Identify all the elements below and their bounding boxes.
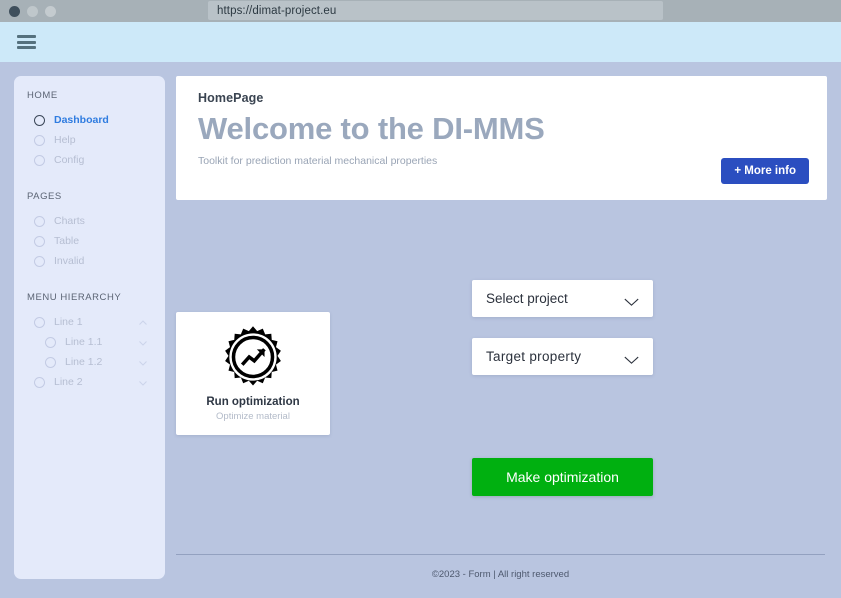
target-property-value: Target property bbox=[486, 349, 582, 364]
select-project-dropdown[interactable]: Select project bbox=[472, 280, 653, 317]
sidebar-item-label: Line 1 bbox=[54, 316, 83, 328]
radio-icon bbox=[34, 154, 45, 166]
sidebar-section-title: HOME bbox=[27, 90, 58, 101]
sidebar-item-dashboard[interactable]: Dashboard bbox=[14, 110, 165, 130]
radio-icon bbox=[34, 255, 45, 267]
sidebar-item-label: Line 2 bbox=[54, 376, 83, 388]
sidebar-item-invalid[interactable]: Invalid bbox=[14, 251, 165, 271]
chevron-up-icon[interactable] bbox=[138, 318, 147, 327]
sidebar-item-label: Help bbox=[54, 134, 76, 146]
radio-icon bbox=[34, 376, 45, 388]
radio-icon bbox=[34, 114, 45, 126]
url-text: https://dimat-project.eu bbox=[217, 4, 337, 17]
sidebar: HOME Dashboard Help Config PAGES Charts bbox=[14, 76, 165, 579]
make-optimization-button[interactable]: Make optimization bbox=[472, 458, 653, 496]
radio-icon bbox=[34, 316, 45, 328]
sidebar-section-title: MENU HIERARCHY bbox=[27, 292, 122, 303]
window-controls bbox=[0, 5, 56, 17]
sidebar-item-config[interactable]: Config bbox=[14, 150, 165, 170]
gear-chart-icon bbox=[221, 325, 285, 389]
app-body: HOME Dashboard Help Config PAGES Charts bbox=[0, 62, 841, 598]
maximize-window-button[interactable] bbox=[45, 5, 56, 17]
run-optimization-subtitle: Optimize material bbox=[216, 411, 290, 422]
sidebar-item-line-1-1[interactable]: Line 1.1 bbox=[14, 332, 165, 352]
target-property-dropdown[interactable]: Target property bbox=[472, 338, 653, 375]
chevron-down-icon[interactable] bbox=[623, 294, 640, 306]
hero-heading: Welcome to the DI-MMS bbox=[198, 111, 545, 146]
sidebar-section-menu-hierarchy: MENU HIERARCHY Line 1 Line 1.1 Line 1.2 bbox=[14, 292, 165, 392]
footer-text: ©2023 - Form | All right reserved bbox=[431, 569, 570, 580]
sidebar-item-label: Line 1.1 bbox=[65, 336, 103, 348]
chevron-down-icon[interactable] bbox=[623, 352, 640, 364]
footer: ©2023 - Form | All right reserved bbox=[176, 554, 825, 582]
sidebar-section-title: PAGES bbox=[27, 191, 62, 202]
sidebar-item-charts[interactable]: Charts bbox=[14, 211, 165, 231]
hamburger-bar bbox=[17, 35, 36, 38]
sidebar-item-label: Charts bbox=[54, 215, 85, 227]
radio-icon bbox=[34, 134, 45, 146]
browser-title-bar: https://dimat-project.eu bbox=[0, 0, 841, 22]
sidebar-item-label: Config bbox=[54, 154, 85, 166]
hero-subheading: Toolkit for prediction material mechanic… bbox=[198, 154, 438, 167]
run-optimization-title: Run optimization bbox=[206, 396, 300, 408]
page-title: HomePage bbox=[198, 91, 264, 105]
sidebar-item-line-2[interactable]: Line 2 bbox=[14, 372, 165, 392]
chevron-down-icon[interactable] bbox=[138, 358, 147, 367]
sidebar-item-table[interactable]: Table bbox=[14, 231, 165, 251]
chevron-down-icon[interactable] bbox=[138, 338, 147, 347]
more-info-button[interactable]: + More info bbox=[721, 158, 809, 184]
close-window-button[interactable] bbox=[9, 5, 20, 17]
chevron-down-icon[interactable] bbox=[138, 378, 147, 387]
sidebar-item-line-1-2[interactable]: Line 1.2 bbox=[14, 352, 165, 372]
sidebar-item-label: Line 1.2 bbox=[65, 356, 103, 368]
address-bar[interactable]: https://dimat-project.eu bbox=[208, 1, 663, 20]
run-optimization-card[interactable]: Run optimization Optimize material bbox=[176, 312, 330, 435]
radio-icon bbox=[45, 356, 56, 368]
app-navbar bbox=[0, 22, 841, 62]
sidebar-item-label: Dashboard bbox=[54, 114, 109, 126]
minimize-window-button[interactable] bbox=[27, 5, 38, 17]
radio-icon bbox=[45, 336, 56, 348]
sidebar-item-label: Invalid bbox=[54, 255, 85, 267]
sidebar-section-home: HOME Dashboard Help Config bbox=[14, 90, 165, 170]
hamburger-bar bbox=[17, 46, 36, 49]
radio-icon bbox=[34, 215, 45, 227]
hero-card: HomePage Welcome to the DI-MMS Toolkit f… bbox=[176, 76, 827, 200]
sidebar-section-pages: PAGES Charts Table Invalid bbox=[14, 191, 165, 271]
radio-icon bbox=[34, 235, 45, 247]
select-project-value: Select project bbox=[486, 291, 568, 306]
main-content: HomePage Welcome to the DI-MMS Toolkit f… bbox=[176, 76, 827, 584]
hamburger-bar bbox=[17, 40, 36, 44]
sidebar-item-label: Table bbox=[54, 235, 80, 247]
sidebar-item-help[interactable]: Help bbox=[14, 130, 165, 150]
sidebar-item-line-1[interactable]: Line 1 bbox=[14, 312, 165, 332]
hamburger-menu-icon[interactable] bbox=[17, 35, 36, 49]
